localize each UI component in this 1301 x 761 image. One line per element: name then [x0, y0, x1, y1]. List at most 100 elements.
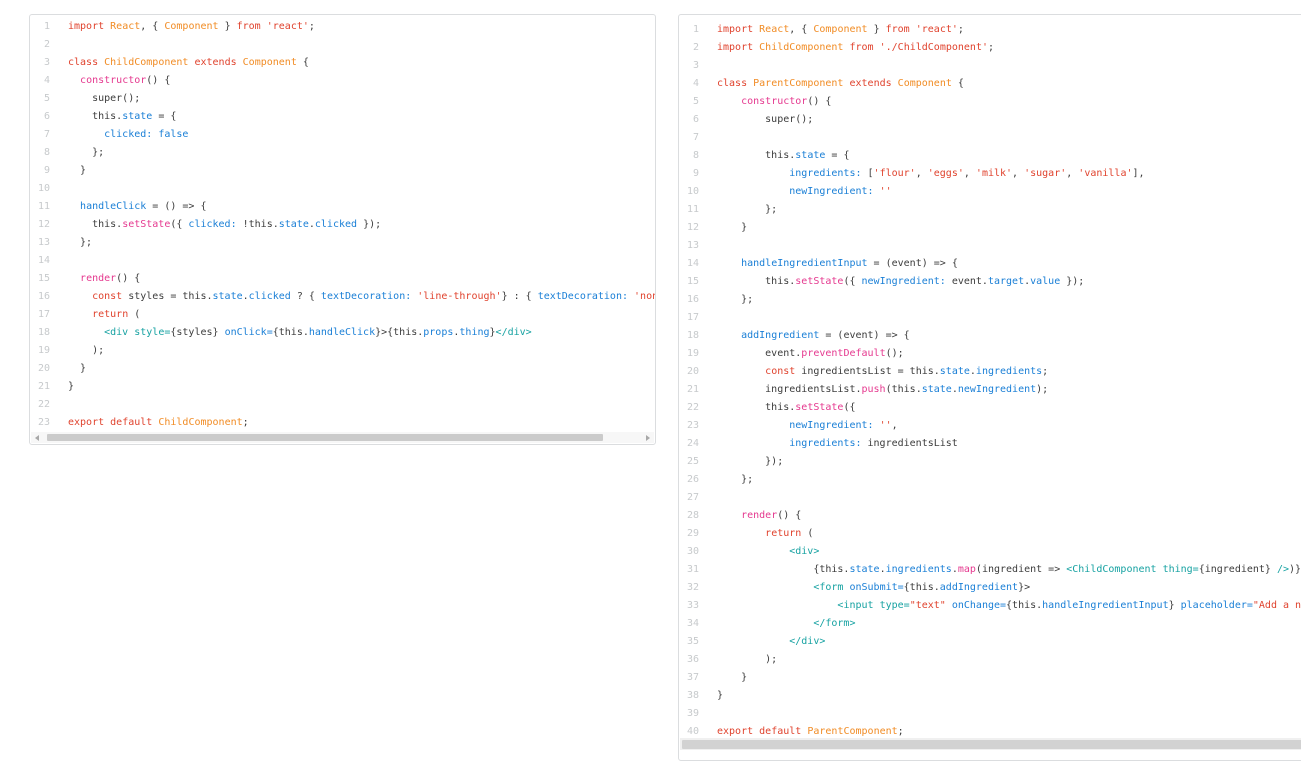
- code-text: import React, { Component } from 'react'…: [717, 21, 964, 39]
- code-line: 26 };: [679, 471, 1301, 489]
- line-number: 22: [30, 396, 50, 414]
- code-line: 23 newIngredient: '',: [679, 417, 1301, 435]
- code-text: handleClick = () => {: [68, 198, 207, 216]
- code-text: <div style={styles} onClick={this.handle…: [68, 324, 532, 342]
- code-line: 21}: [30, 378, 655, 396]
- line-number: 9: [30, 162, 50, 180]
- line-number: 17: [679, 309, 699, 327]
- line-number: 15: [679, 273, 699, 291]
- code-line: 20 }: [30, 360, 655, 378]
- code-line: 23export default ChildComponent;: [30, 414, 655, 432]
- line-number: 4: [30, 72, 50, 90]
- line-number: 8: [679, 147, 699, 165]
- code-text: render() {: [68, 270, 140, 288]
- code-text: };: [717, 471, 753, 489]
- code-line: 5 constructor() {: [679, 93, 1301, 111]
- line-number: 23: [679, 417, 699, 435]
- line-number: 30: [679, 543, 699, 561]
- code-line: 10: [30, 180, 655, 198]
- code-text: ingredients: ingredientsList: [717, 435, 958, 453]
- code-line: 5 super();: [30, 90, 655, 108]
- line-number: 5: [679, 93, 699, 111]
- line-number: 18: [30, 324, 50, 342]
- code-text: <input type="text" onChange={this.handle…: [717, 597, 1301, 615]
- code-text: });: [717, 453, 783, 471]
- code-text: clicked: false: [68, 126, 188, 144]
- line-number: 3: [679, 57, 699, 75]
- line-number: 2: [679, 39, 699, 57]
- code-line: 36 );: [679, 651, 1301, 669]
- code-line: 1 import React, { Component } from 'react…: [679, 21, 1301, 39]
- horizontal-scrollbar-thumb[interactable]: [682, 740, 1301, 749]
- line-number: 1: [679, 21, 699, 39]
- line-number: 13: [30, 234, 50, 252]
- horizontal-scrollbar-thumb[interactable]: [47, 434, 603, 441]
- line-number: 6: [30, 108, 50, 126]
- code-line: 2import ChildComponent from './ChildComp…: [679, 39, 1301, 57]
- line-number: 14: [679, 255, 699, 273]
- code-line: 19 event.preventDefault();: [679, 345, 1301, 363]
- code-text: }: [68, 378, 74, 396]
- line-number: 8: [30, 144, 50, 162]
- code-text: super();: [717, 111, 813, 129]
- code-text: const ingredientsList = this.state.ingre…: [717, 363, 1048, 381]
- line-number: 34: [679, 615, 699, 633]
- code-line: 7: [679, 129, 1301, 147]
- line-number: 20: [679, 363, 699, 381]
- code-line: 31 {this.state.ingredients.map(ingredien…: [679, 561, 1301, 579]
- code-line: 27: [679, 489, 1301, 507]
- code-line: 16 };: [679, 291, 1301, 309]
- line-number: 13: [679, 237, 699, 255]
- scroll-right-arrow-icon[interactable]: [646, 435, 650, 441]
- line-number: 14: [30, 252, 50, 270]
- horizontal-scrollbar[interactable]: [680, 738, 1301, 750]
- code-text: this.setState({ clicked: !this.state.cli…: [68, 216, 381, 234]
- line-number: 2: [30, 36, 50, 54]
- code-text: event.preventDefault();: [717, 345, 904, 363]
- line-number: 3: [30, 54, 50, 72]
- code-text: this.setState({ newIngredient: event.tar…: [717, 273, 1084, 291]
- code-lines: 1import React, { Component } from 'react…: [30, 15, 655, 432]
- code-text: ingredientsList.push(this.state.newIngre…: [717, 381, 1048, 399]
- code-text: <form onSubmit={this.addIngredient}>: [717, 579, 1030, 597]
- code-line: 8 };: [30, 144, 655, 162]
- code-line: 15 render() {: [30, 270, 655, 288]
- line-number: 18: [679, 327, 699, 345]
- code-text: };: [717, 291, 753, 309]
- horizontal-scrollbar[interactable]: [31, 432, 654, 443]
- line-number: 23: [30, 414, 50, 432]
- line-number: 28: [679, 507, 699, 525]
- code-text: </div>: [717, 633, 825, 651]
- line-number: 10: [679, 183, 699, 201]
- line-number: 17: [30, 306, 50, 324]
- code-line: 14: [30, 252, 655, 270]
- line-number: 5: [30, 90, 50, 108]
- line-number: 29: [679, 525, 699, 543]
- code-text: this.state = {: [68, 108, 176, 126]
- code-line: 12 }: [679, 219, 1301, 237]
- code-line: 28 render() {: [679, 507, 1301, 525]
- code-line: 4class ParentComponent extends Component…: [679, 75, 1301, 93]
- line-number: 38: [679, 687, 699, 705]
- line-number: 12: [30, 216, 50, 234]
- code-line: 14 handleIngredientInput = (event) => {: [679, 255, 1301, 273]
- code-text: this.setState({: [717, 399, 856, 417]
- code-text: this.state = {: [717, 147, 849, 165]
- code-line: 32 <form onSubmit={this.addIngredient}>: [679, 579, 1301, 597]
- code-line: 1import React, { Component } from 'react…: [30, 18, 655, 36]
- code-line: 17 return (: [30, 306, 655, 324]
- line-number: 6: [679, 111, 699, 129]
- code-text: constructor() {: [68, 72, 170, 90]
- code-line: 29 return (: [679, 525, 1301, 543]
- code-line: 24 ingredients: ingredientsList: [679, 435, 1301, 453]
- line-number: 31: [679, 561, 699, 579]
- code-line: 11 };: [679, 201, 1301, 219]
- code-line: 34 </form>: [679, 615, 1301, 633]
- code-text: </form>: [717, 615, 855, 633]
- line-number: 26: [679, 471, 699, 489]
- code-line: 19 );: [30, 342, 655, 360]
- code-text: const styles = this.state.clicked ? { te…: [68, 288, 656, 306]
- line-number: 36: [679, 651, 699, 669]
- code-text: };: [717, 201, 777, 219]
- scroll-left-arrow-icon[interactable]: [35, 435, 39, 441]
